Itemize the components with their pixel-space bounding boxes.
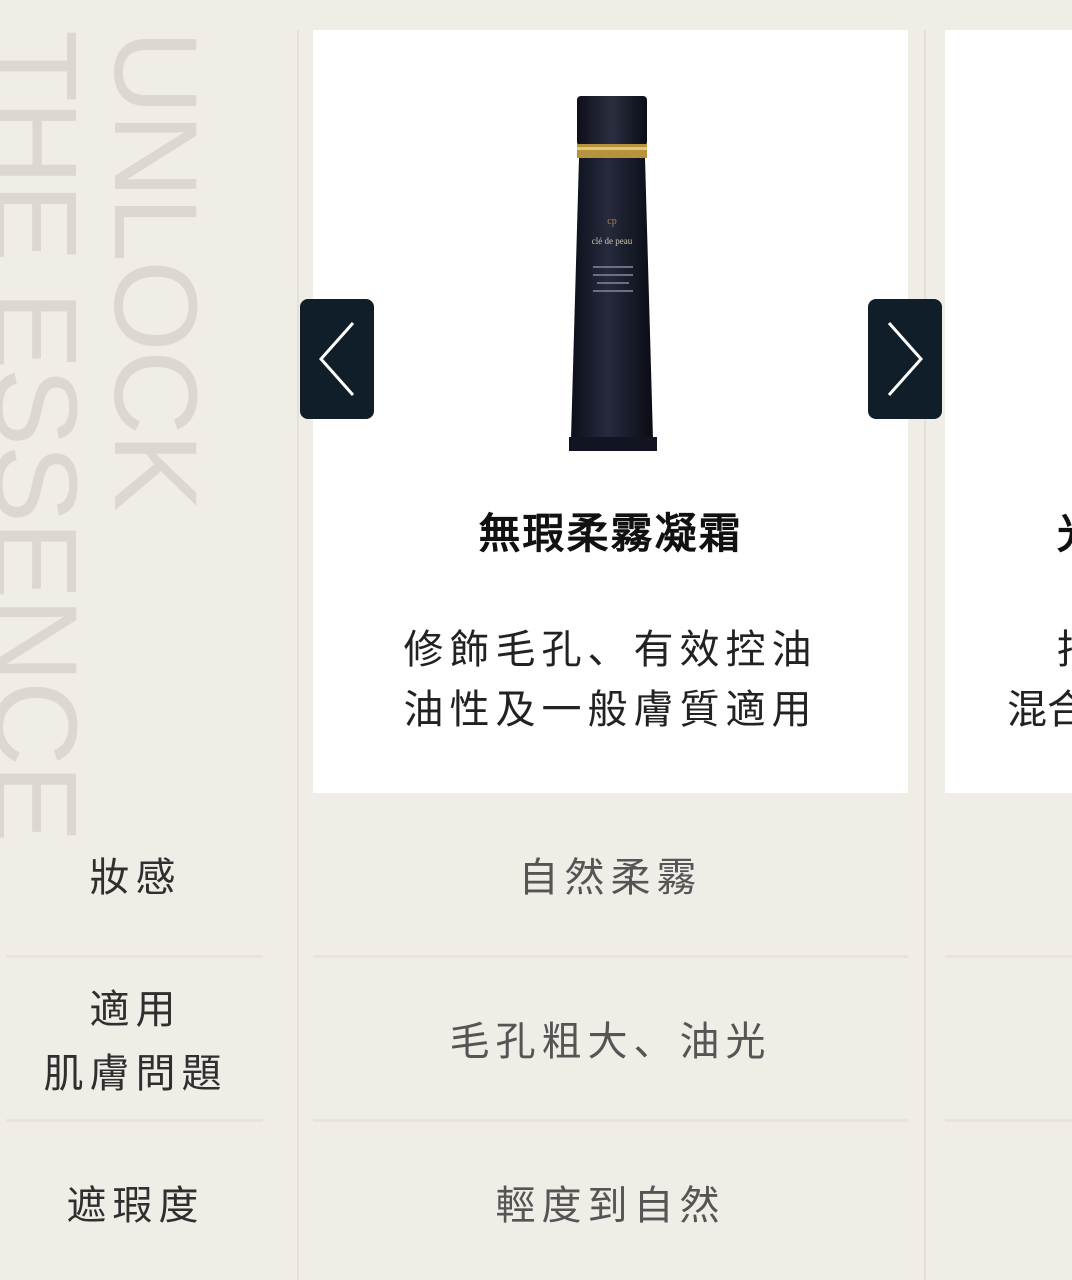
product-tube-image: cp clé de peau <box>569 96 657 451</box>
product-desc-line-1: 修飾毛孔、有效控油 <box>403 627 818 673</box>
row-value-skin-concern: 毛孔粗大、油光 <box>449 1019 772 1065</box>
row-divider <box>6 1119 263 1122</box>
svg-text:cp: cp <box>607 216 616 227</box>
row-value-finish: 自然柔霧 <box>518 855 703 901</box>
column-divider <box>924 30 926 1280</box>
next-product-card[interactable]: 光 抒 混合 <box>945 30 1072 793</box>
row-label-finish: 妝感 <box>89 855 182 901</box>
product-desc-line-2: 油性及一般膚質適用 <box>403 687 818 733</box>
row-label-coverage: 遮瑕度 <box>66 1183 205 1229</box>
unlock-essence-watermark: UNLOCK THE ESSENCE <box>0 30 224 841</box>
row-value-coverage: 輕度到自然 <box>495 1183 726 1229</box>
row-divider <box>945 955 1072 958</box>
row-divider <box>945 1119 1072 1122</box>
watermark-line-2: THE ESSENCE <box>0 30 101 841</box>
next-product-description: 抒 混合 <box>1007 620 1072 740</box>
next-desc-line-1: 抒 <box>1007 620 1072 680</box>
chevron-left-icon <box>318 322 355 396</box>
chevron-right-icon <box>887 322 924 396</box>
row-label-skin-concern: 適用 肌膚問題 <box>8 978 263 1106</box>
product-card[interactable]: cp clé de peau 無瑕柔霧凝霜 修飾毛孔、有效控油 油性及一般膚質適… <box>313 30 908 793</box>
row-divider <box>6 955 263 958</box>
svg-text:clé de peau: clé de peau <box>592 236 633 246</box>
carousel-next-button[interactable] <box>868 299 942 419</box>
product-description: 修飾毛孔、有效控油 油性及一般膚質適用 <box>313 620 908 740</box>
product-title: 無瑕柔霧凝霜 <box>478 509 743 558</box>
row-divider <box>313 955 908 958</box>
column-divider <box>297 30 299 1280</box>
watermark-line-1: UNLOCK <box>89 30 221 510</box>
row-label-line-2: 肌膚問題 <box>43 1051 228 1097</box>
row-divider <box>313 1119 908 1122</box>
carousel-prev-button[interactable] <box>300 299 374 419</box>
next-desc-line-2: 混合 <box>1007 687 1072 733</box>
row-label-line-1: 適用 <box>89 987 182 1033</box>
comparison-page: UNLOCK THE ESSENCE cp clé de peau 無瑕柔霧凝霜… <box>0 0 1072 1280</box>
next-product-title: 光 <box>1057 500 1072 561</box>
